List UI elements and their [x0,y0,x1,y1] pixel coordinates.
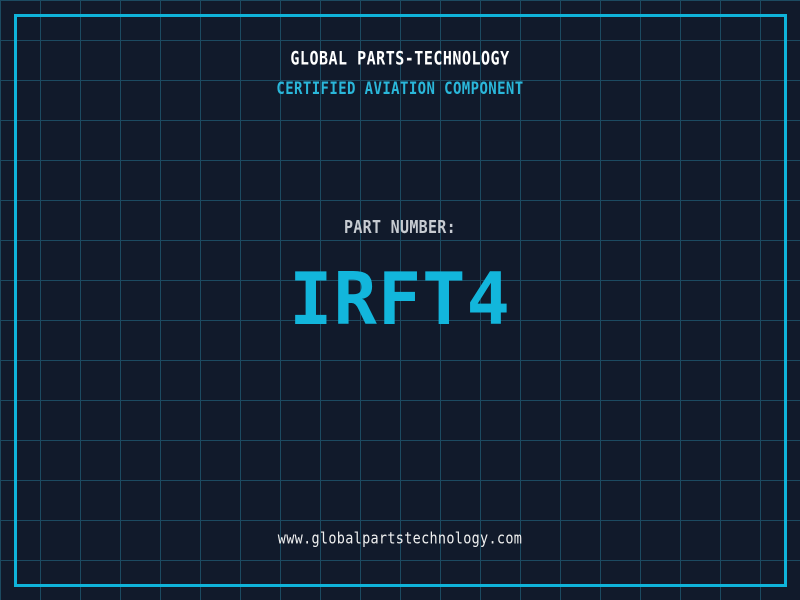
website-url: www.globalpartstechnology.com [277,529,523,549]
blueprint-card: GLOBAL PARTS-TECHNOLOGY CERTIFIED AVIATI… [0,0,800,600]
certification-tagline: CERTIFIED AVIATION COMPONENT [276,79,524,99]
part-number-value: IRFT4 [289,257,511,341]
part-number-label: PART NUMBER: [344,216,456,238]
company-name: GLOBAL PARTS-TECHNOLOGY [290,46,510,70]
